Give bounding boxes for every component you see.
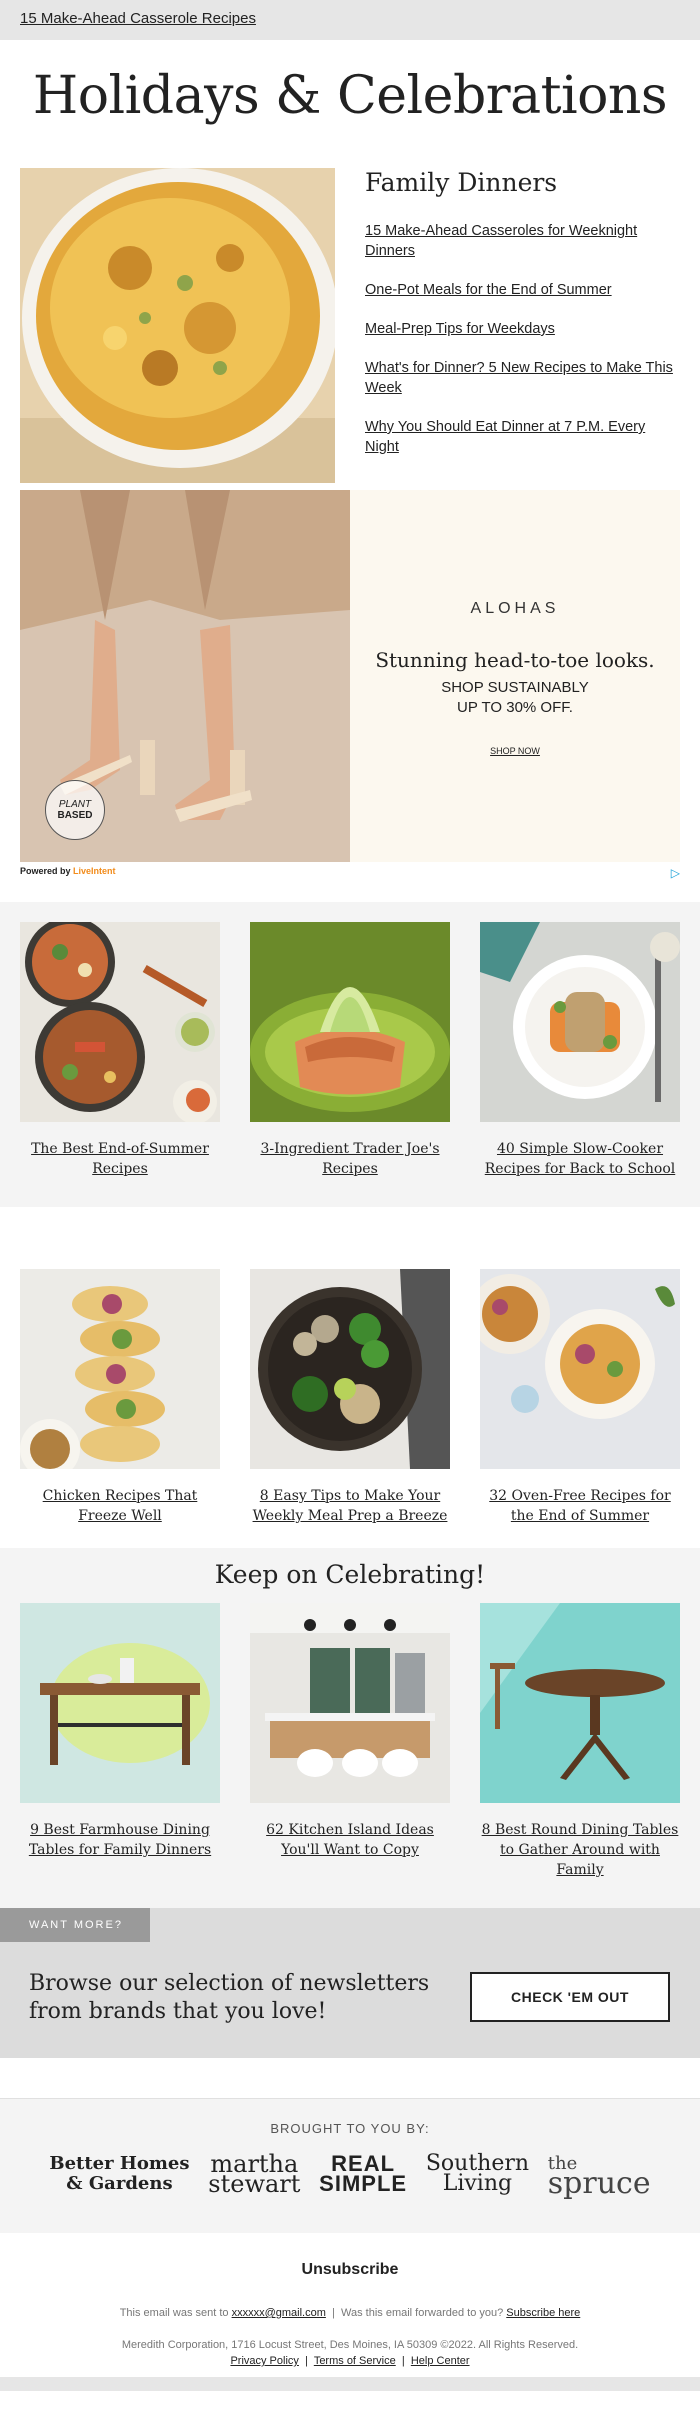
footer-address: Meredith Corporation, 1716 Locust Street… <box>121 2339 579 2351</box>
ad-sub-line-1: SHOP SUSTAINABLY <box>441 679 589 696</box>
family-link-2[interactable]: One-Pot Meals for the End of Summer <box>365 280 680 300</box>
top-bar: 15 Make-Ahead Casserole Recipes <box>0 0 700 40</box>
keep-celebrating-heading: Keep on Celebrating! <box>214 1560 486 1589</box>
kitchen-island-image[interactable] <box>250 1603 450 1803</box>
powered-by: Powered by LiveIntent <box>20 866 116 880</box>
separator: | <box>328 2307 338 2319</box>
brand-logos: Better Homes & Gardens martha stewart RE… <box>0 2136 700 2201</box>
the-spruce-logo[interactable]: the spruce <box>547 2154 651 2201</box>
recipes-row-1: The Best End-of-Summer Recipes 3-Ingredi… <box>0 902 700 1207</box>
ad-brand-name: ALOHAS <box>470 600 560 617</box>
meal-prep-image[interactable] <box>250 1269 450 1469</box>
article-link[interactable]: 62 Kitchen Island Ideas You'll Want to C… <box>250 1820 450 1860</box>
recipe-card[interactable]: Chicken Recipes That Freeze Well <box>20 1269 220 1526</box>
family-dinners-list: Family Dinners 15 Make-Ahead Casseroles … <box>335 168 680 468</box>
real-simple-logo[interactable]: REAL SIMPLE <box>319 2153 408 2196</box>
footer: Unsubscribe This email was sent to xxxxx… <box>0 2233 700 2391</box>
recipe-card[interactable]: 3-Ingredient Trader Joe's Recipes <box>250 922 450 1179</box>
footer-links: Privacy Policy | Terms of Service | Help… <box>0 2355 700 2367</box>
recipe-link[interactable]: 32 Oven-Free Recipes for the End of Summ… <box>480 1486 680 1526</box>
chicken-tacos-image[interactable] <box>20 1269 220 1479</box>
keep-celebrating-section: Keep on Celebrating! 9 Best Farmhouse Di… <box>0 1548 700 1908</box>
slow-cooker-image[interactable] <box>480 922 680 1122</box>
sent-prefix: This email was sent to <box>119 2307 229 2319</box>
unsubscribe-link[interactable]: Unsubscribe <box>0 2261 700 2279</box>
adchoices-icon[interactable]: ▷ <box>671 866 680 880</box>
family-dinners-heading: Family Dinners <box>365 168 558 197</box>
oven-free-image[interactable] <box>470 1269 680 1469</box>
recipe-card[interactable]: 8 Easy Tips to Make Your Weekly Meal Pre… <box>250 1269 450 1526</box>
article-card[interactable]: 8 Best Round Dining Tables to Gather Aro… <box>480 1603 680 1880</box>
article-card[interactable]: 9 Best Farmhouse Dining Tables for Famil… <box>20 1603 220 1880</box>
recipe-link[interactable]: The Best End-of-Summer Recipes <box>20 1139 220 1179</box>
page-title: Holidays & Celebrations <box>32 66 668 126</box>
advertisement[interactable]: PLANT BASED ALOHAS Stunning head-to-toe … <box>20 490 680 880</box>
brand-text: spruce <box>547 2166 651 2201</box>
separator: | <box>301 2355 311 2367</box>
round-table-image[interactable] <box>480 1603 680 1803</box>
footer-sent-line: This email was sent to xxxxxx@gmail.com … <box>0 2307 700 2319</box>
bottom-bar <box>0 2377 700 2391</box>
ad-headline: Stunning head-to-toe looks. <box>375 648 655 672</box>
brand-text: Living <box>442 2171 513 2196</box>
help-center-link[interactable]: Help Center <box>411 2355 470 2367</box>
article-link[interactable]: 8 Best Round Dining Tables to Gather Aro… <box>480 1820 680 1880</box>
recipe-link[interactable]: 40 Simple Slow-Cooker Recipes for Back t… <box>480 1139 680 1179</box>
family-dinners-section: Family Dinners 15 Make-Ahead Casseroles … <box>0 168 700 483</box>
trader-joes-image[interactable] <box>250 922 450 1122</box>
brand-text: stewart <box>208 2170 301 2198</box>
liveintent-logo[interactable]: LiveIntent <box>73 866 116 876</box>
southern-living-logo[interactable]: Southern Living <box>426 2153 529 2196</box>
top-casserole-link[interactable]: 15 Make-Ahead Casserole Recipes <box>20 10 256 27</box>
recipe-link[interactable]: Chicken Recipes That Freeze Well <box>20 1486 220 1526</box>
farmhouse-table-image[interactable] <box>20 1603 220 1803</box>
ad-footer: Powered by LiveIntent ▷ <box>20 866 680 880</box>
ad-shop-now-link[interactable]: SHOP NOW <box>490 746 540 756</box>
want-more-banner: WANT MORE? Browse our selection of newsl… <box>0 1908 700 2058</box>
brands-label: BROUGHT TO YOU BY: <box>270 2121 430 2136</box>
plant-based-badge: PLANT BASED <box>45 780 105 840</box>
ad-sub-line-2: UP TO 30% OFF. <box>457 699 573 716</box>
ad-sandals-image[interactable]: PLANT BASED <box>20 490 350 862</box>
want-more-text: Browse our selection of newsletters from… <box>29 1971 430 2024</box>
subscribe-here-link[interactable]: Subscribe here <box>506 2307 580 2319</box>
ad-copy[interactable]: ALOHAS Stunning head-to-toe looks. SHOP … <box>350 490 680 862</box>
brand-text: & Gardens <box>66 2173 173 2194</box>
separator: | <box>398 2355 408 2367</box>
recipe-link[interactable]: 3-Ingredient Trader Joe's Recipes <box>250 1139 450 1179</box>
better-homes-logo[interactable]: Better Homes & Gardens <box>49 2154 189 2194</box>
powered-by-label: Powered by <box>20 866 71 876</box>
badge-line-1: PLANT <box>58 799 92 810</box>
article-card[interactable]: 62 Kitchen Island Ideas You'll Want to C… <box>250 1603 450 1880</box>
martha-stewart-logo[interactable]: martha stewart <box>208 2152 301 2198</box>
casserole-image[interactable] <box>20 168 335 483</box>
family-link-4[interactable]: What's for Dinner? 5 New Recipes to Make… <box>365 358 680 398</box>
recipe-card[interactable]: The Best End-of-Summer Recipes <box>20 917 220 1179</box>
want-more-tag: WANT MORE? <box>0 1908 150 1942</box>
end-of-summer-image[interactable] <box>20 917 220 1124</box>
brand-text: Better Homes <box>49 2153 190 2174</box>
brand-text: SIMPLE <box>319 2171 408 2196</box>
recipient-email[interactable]: xxxxxx@gmail.com <box>232 2307 326 2319</box>
badge-line-2: BASED <box>57 810 93 821</box>
family-link-3[interactable]: Meal-Prep Tips for Weekdays <box>365 319 680 339</box>
recipe-link[interactable]: 8 Easy Tips to Make Your Weekly Meal Pre… <box>250 1486 450 1526</box>
forwarded-question: Was this email forwarded to you? <box>341 2307 504 2319</box>
recipe-card[interactable]: 40 Simple Slow-Cooker Recipes for Back t… <box>480 922 680 1179</box>
family-link-1[interactable]: 15 Make-Ahead Casseroles for Weeknight D… <box>365 221 680 261</box>
recipes-row-2: Chicken Recipes That Freeze Well 8 Easy … <box>0 1207 700 1548</box>
check-em-out-button[interactable]: CHECK 'EM OUT <box>470 1972 670 2022</box>
recipe-card[interactable]: 32 Oven-Free Recipes for the End of Summ… <box>470 1269 680 1526</box>
brands-section: BROUGHT TO YOU BY: Better Homes & Garden… <box>0 2098 700 2233</box>
article-link[interactable]: 9 Best Farmhouse Dining Tables for Famil… <box>20 1820 220 1860</box>
family-link-5[interactable]: Why You Should Eat Dinner at 7 P.M. Ever… <box>365 417 680 457</box>
privacy-policy-link[interactable]: Privacy Policy <box>230 2355 298 2367</box>
terms-link[interactable]: Terms of Service <box>314 2355 396 2367</box>
